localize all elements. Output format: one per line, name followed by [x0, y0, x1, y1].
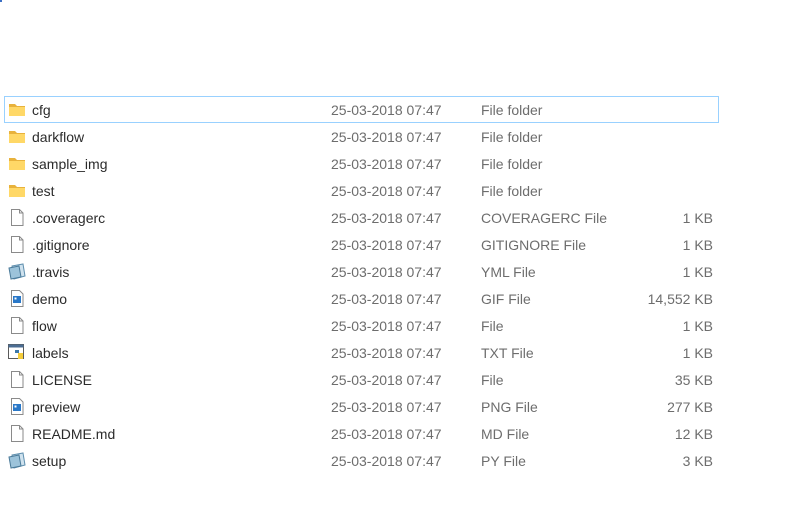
file-size: 3 KB [682, 453, 713, 469]
file-size: 277 KB [667, 399, 713, 415]
file-size: 1 KB [682, 345, 713, 361]
file-name: sample_img [32, 156, 108, 172]
date-modified: 25-03-2018 07:47 [331, 426, 442, 442]
notepad-file-icon [8, 263, 26, 280]
file-type: File folder [481, 102, 543, 118]
date-modified: 25-03-2018 07:47 [331, 129, 442, 145]
blank-file-icon [8, 371, 26, 388]
file-type: GITIGNORE File [481, 237, 587, 253]
file-size: 1 KB [682, 237, 713, 253]
file-name: README.md [32, 426, 116, 442]
file-name: .coveragerc [32, 210, 106, 226]
date-modified: 25-03-2018 07:47 [331, 210, 442, 226]
folder-icon [8, 155, 26, 172]
date-modified: 25-03-2018 07:47 [331, 264, 442, 280]
file-row[interactable]: setup 25-03-2018 07:47 PY File 3 KB [4, 447, 719, 474]
corner-marker [0, 0, 2, 2]
file-type: PNG File [481, 399, 538, 415]
date-modified: 25-03-2018 07:47 [331, 399, 442, 415]
folder-icon [8, 182, 26, 199]
file-name: flow [32, 318, 57, 334]
file-row[interactable]: .coveragerc 25-03-2018 07:47 COVERAGERC Fi… [4, 204, 719, 231]
file-size: 1 KB [682, 264, 713, 280]
file-name: test [32, 183, 55, 199]
file-name: preview [32, 399, 81, 415]
date-modified: 25-03-2018 07:47 [331, 156, 442, 172]
date-modified: 25-03-2018 07:47 [331, 183, 442, 199]
blank-file-icon [8, 209, 26, 226]
folder-row[interactable]: sample_img 25-03-2018 07:47 File folder [4, 150, 719, 177]
file-row[interactable]: flow 25-03-2018 07:47 File 1 KB [4, 312, 719, 339]
file-type: File [481, 372, 504, 388]
file-name: setup [32, 453, 67, 469]
image-file-icon [8, 290, 26, 307]
file-type: MD File [481, 426, 530, 442]
file-name: LICENSE [32, 372, 92, 388]
date-modified: 25-03-2018 07:47 [331, 318, 442, 334]
date-modified: 25-03-2018 07:47 [331, 372, 442, 388]
file-row[interactable]: labels 25-03-2018 07:47 TXT File 1 KB [4, 339, 719, 366]
file-name: darkflow [32, 129, 85, 145]
folder-icon [8, 128, 26, 145]
file-size: 35 KB [674, 372, 713, 388]
blank-file-icon [8, 317, 26, 334]
file-row[interactable]: preview 25-03-2018 07:47 PNG File 277 KB [4, 393, 719, 420]
file-type: GIF File [481, 291, 531, 307]
file-type: File folder [481, 129, 543, 145]
file-row[interactable]: .travis 25-03-2018 07:47 YML File 1 KB [4, 258, 719, 285]
file-size: 14,552 KB [647, 291, 713, 307]
file-type: PY File [481, 453, 526, 469]
image-file-icon [8, 398, 26, 415]
file-name: labels [32, 345, 69, 361]
folder-row[interactable]: cfg 25-03-2018 07:47 File folder [4, 96, 719, 123]
file-size: 1 KB [682, 210, 713, 226]
file-type: File folder [481, 183, 543, 199]
file-type: TXT File [481, 345, 534, 361]
file-list: cfg 25-03-2018 07:47 File folder darkflow 25… [4, 96, 719, 474]
date-modified: 25-03-2018 07:47 [331, 345, 442, 361]
blank-file-icon [8, 236, 26, 253]
file-type: File [481, 318, 504, 334]
blank-file-icon [8, 425, 26, 442]
python-file-icon [8, 344, 26, 361]
date-modified: 25-03-2018 07:47 [331, 291, 442, 307]
file-row[interactable]: README.md 25-03-2018 07:47 MD File 12 KB [4, 420, 719, 447]
file-row[interactable]: LICENSE 25-03-2018 07:47 File 35 KB [4, 366, 719, 393]
file-name: .gitignore [32, 237, 90, 253]
date-modified: 25-03-2018 07:47 [331, 453, 442, 469]
notepad-file-icon [8, 452, 26, 469]
file-row[interactable]: .gitignore 25-03-2018 07:47 GITIGNORE File… [4, 231, 719, 258]
date-modified: 25-03-2018 07:47 [331, 237, 442, 253]
file-row[interactable]: demo 25-03-2018 07:47 GIF File 14,552 KB [4, 285, 719, 312]
file-type: COVERAGERC File [481, 210, 608, 226]
folder-icon [8, 101, 26, 118]
folder-row[interactable]: test 25-03-2018 07:47 File folder [4, 177, 719, 204]
file-type: File folder [481, 156, 543, 172]
file-name: demo [32, 291, 68, 307]
date-modified: 25-03-2018 07:47 [331, 102, 442, 118]
file-type: YML File [481, 264, 536, 280]
file-name: .travis [32, 264, 70, 280]
file-size: 12 KB [674, 426, 713, 442]
file-name: cfg [32, 102, 51, 118]
file-size: 1 KB [682, 318, 713, 334]
folder-row[interactable]: darkflow 25-03-2018 07:47 File folder [4, 123, 719, 150]
